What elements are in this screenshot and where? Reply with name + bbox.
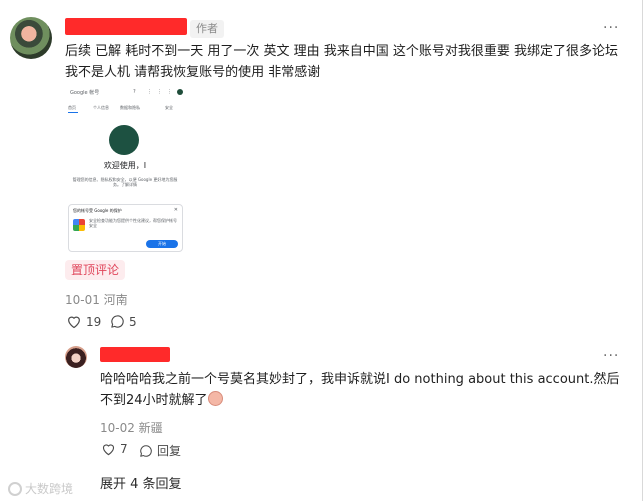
screenshot-tab: 数据和隐私 bbox=[120, 105, 140, 110]
comment-meta: 10-01 河南 bbox=[65, 293, 128, 307]
comment-count-button[interactable]: 5 bbox=[110, 314, 137, 329]
comment-bubble-icon bbox=[140, 444, 152, 457]
comment-count: 5 bbox=[129, 314, 137, 329]
screenshot-app-title: Google 帐号 bbox=[70, 90, 100, 96]
screenshot-security-card: 您的帐号受 Google 的保护 ✕ 安全检查功能为您提供个性化建议，帮您保护帐… bbox=[68, 204, 183, 252]
screenshot-card-text: 安全检查功能为您提供个性化建议，帮您保护帐号安全 bbox=[89, 218, 177, 228]
screenshot-welcome: 欢迎使用，I bbox=[103, 161, 147, 170]
reply-like-count: 7 bbox=[120, 442, 128, 456]
screenshot-description: 管理您的信息、隐私权和安全，以便 Google 更好地为您服务。了解详情 bbox=[72, 177, 178, 187]
screenshot-small-avatar bbox=[177, 89, 183, 95]
more-options-icon[interactable]: ··· bbox=[603, 20, 619, 36]
comment-text: 后续 已解 耗时不到一天 用了一次 英文 理由 我来自中国 这个账号对我很重要 … bbox=[65, 44, 619, 80]
reply-avatar[interactable] bbox=[65, 346, 87, 368]
author-badge: 作者 bbox=[190, 20, 224, 38]
face-emoji-icon bbox=[207, 391, 223, 406]
screenshot-tab: 安全 bbox=[165, 105, 173, 110]
watermark-logo-icon bbox=[8, 481, 22, 496]
like-count: 19 bbox=[86, 314, 102, 329]
author-avatar[interactable] bbox=[10, 17, 52, 59]
redacted-reply-username bbox=[100, 347, 170, 362]
comment-image[interactable]: Google 帐号 ? ⋮⋮⋮ 首页 个人信息 数据和隐私 安全 欢迎使用，I … bbox=[65, 88, 185, 254]
screenshot-header-icons: ? ⋮⋮⋮ bbox=[133, 89, 178, 95]
screenshot-tab: 个人信息 bbox=[93, 105, 109, 110]
redacted-username bbox=[65, 18, 187, 35]
watermark-text: 大数跨境 bbox=[25, 482, 74, 496]
reply-text: 哈哈哈哈我之前一个号莫名其妙封了，我申诉就说I do nothing about… bbox=[100, 369, 620, 411]
screenshot-tabs: 首页 个人信息 数据和隐私 安全 bbox=[65, 103, 185, 113]
pinned-comment-tag: 置顶评论 bbox=[65, 260, 126, 280]
screenshot-tab-underline bbox=[68, 112, 78, 113]
screenshot-tab: 首页 bbox=[68, 105, 76, 110]
heart-icon bbox=[68, 316, 80, 329]
screenshot-card-button: 开始 bbox=[146, 240, 178, 248]
shield-icon bbox=[73, 219, 85, 231]
reply-meta: 10-02 新疆 bbox=[100, 421, 163, 435]
screenshot-header: Google 帐号 ? ⋮⋮⋮ bbox=[65, 88, 185, 100]
close-icon: ✕ bbox=[173, 207, 178, 213]
screenshot-card-title: 您的帐号受 Google 的保护 bbox=[73, 208, 122, 213]
reply-text-body: 哈哈哈哈我之前一个号莫名其妙封了，我申诉就说I do nothing about… bbox=[100, 372, 620, 408]
reply-like-button[interactable]: 7 bbox=[101, 442, 128, 456]
screenshot-profile-circle bbox=[109, 125, 139, 155]
reply-more-options-icon[interactable]: ··· bbox=[603, 348, 619, 364]
reply-label: 回复 bbox=[157, 444, 182, 458]
like-button[interactable]: 19 bbox=[66, 314, 101, 329]
heart-icon bbox=[102, 444, 115, 456]
watermark: 大数跨境 bbox=[8, 480, 73, 497]
expand-replies-button[interactable]: 展开 4 条回复 bbox=[100, 473, 182, 492]
reply-button[interactable]: 回复 bbox=[139, 442, 181, 459]
comment-bubble-icon bbox=[111, 315, 124, 328]
